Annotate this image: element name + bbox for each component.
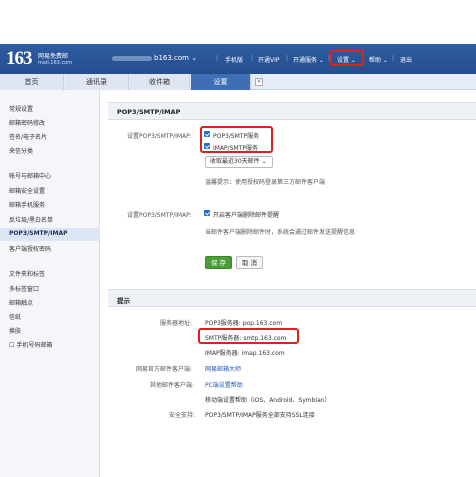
pop3-server: POP3服务器: pop.163.com bbox=[205, 320, 283, 327]
sidebar-item-general[interactable]: 常规设置 bbox=[9, 104, 33, 113]
section-title-tips: 提示 bbox=[117, 297, 130, 305]
close-tab-icon[interactable]: × bbox=[255, 78, 263, 86]
tab-inbox[interactable]: 收件箱 bbox=[130, 74, 190, 90]
nav-logout[interactable]: 退出 bbox=[400, 55, 412, 64]
sidebar-item-account-center[interactable]: 帐号与邮箱中心 bbox=[9, 171, 51, 180]
section-header-tips bbox=[108, 289, 476, 307]
label-server-address: 服务器地址: bbox=[160, 320, 193, 327]
sidebar-item-filters[interactable]: 来信分类 bbox=[9, 146, 33, 155]
delete-reminder-label: 开启客户端删除邮件提醒 bbox=[213, 212, 280, 219]
save-button[interactable]: 保 存 bbox=[205, 256, 232, 269]
nav-separator: | bbox=[392, 55, 395, 62]
smtp-server: SMTP服务器: smtp.163.com bbox=[205, 335, 287, 342]
nav-separator: | bbox=[216, 55, 219, 62]
ssl-support-text: POP3/SMTP/IMAP服务全部支持SSL连接 bbox=[205, 412, 315, 419]
sidebar-item-signature[interactable]: 签名/电子名片 bbox=[9, 132, 47, 141]
official-client-link[interactable]: 网易邮箱大师 bbox=[205, 364, 241, 373]
nav-services-label: 开通服务 bbox=[293, 57, 318, 64]
nav-separator: | bbox=[251, 55, 254, 62]
fetch-range-value: 收取最近30天邮件 bbox=[210, 158, 260, 165]
sidebar-item-antispam[interactable]: 反垃圾/黑白名单 bbox=[9, 215, 53, 224]
label-delete-reminder: 设置POP3/SMTP/IMAP: bbox=[127, 212, 192, 219]
chevron-down-icon: ⌄ bbox=[191, 54, 198, 62]
pc-help-link[interactable]: PC端设置帮助 bbox=[205, 380, 243, 389]
imap-checkbox-label: IMAP/SMTP服务 bbox=[213, 145, 258, 152]
label-official-client: 网易官方邮件客户端: bbox=[136, 366, 193, 373]
sidebar-item-skin[interactable]: 换肤 bbox=[9, 326, 21, 335]
chevron-down-icon: ⌄ bbox=[382, 57, 388, 64]
imap-server: IMAP服务器: imap.163.com bbox=[205, 350, 285, 357]
sidebar-item-security[interactable]: 邮箱安全设置 bbox=[9, 186, 45, 195]
label-security: 安全支持: bbox=[169, 412, 196, 419]
account-selector[interactable]: b163.com ⌄ bbox=[112, 54, 197, 62]
chevron-down-icon: ⌄ bbox=[318, 57, 324, 64]
mobile-help-text: 移动端设置帮助（iOS、Android、Symbian） bbox=[205, 397, 331, 404]
label-other-clients: 其他邮件客户端: bbox=[150, 382, 195, 389]
tab-contacts[interactable]: 通讯录 bbox=[65, 74, 129, 90]
nav-vip[interactable]: 开通VIP bbox=[258, 55, 280, 64]
settings-highlight-box bbox=[330, 50, 364, 66]
delete-reminder-hint: 当邮件客户端删除邮件时，系统会通过邮件发送提醒信息 bbox=[205, 229, 356, 236]
imap-checkbox[interactable] bbox=[204, 143, 210, 149]
section-title-pop3: POP3/SMTP/IMAP bbox=[117, 108, 181, 116]
sidebar-item-folders[interactable]: 文件夹和标签 bbox=[9, 269, 45, 278]
sidebar-item-password[interactable]: 邮箱密码修改 bbox=[9, 118, 45, 127]
sidebar-item-mobile-service[interactable]: 邮箱手机服务 bbox=[9, 200, 45, 209]
redacted-account bbox=[112, 55, 152, 61]
sidebar-item-multi-tab[interactable]: 多标签窗口 bbox=[9, 284, 39, 293]
label-enable-services: 设置POP3/SMTP/IMAP: bbox=[127, 133, 192, 140]
logo-domain: mail.163.com bbox=[38, 60, 73, 66]
pop3-checkbox-label: POP3/SMTP服务 bbox=[213, 133, 260, 140]
phone-icon: ☐ bbox=[9, 342, 15, 349]
sidebar-item-pop3[interactable]: POP3/SMTP/IMAP bbox=[9, 230, 67, 237]
account-domain: b163.com bbox=[154, 54, 189, 62]
chevron-down-icon: ⌄ bbox=[261, 158, 267, 165]
nav-help-label: 帮助 bbox=[369, 57, 382, 64]
nav-help[interactable]: 帮助 ⌄ bbox=[369, 55, 388, 64]
sidebar-item-touchpoint[interactable]: 邮箱触点 bbox=[9, 298, 33, 307]
sidebar-item-auth-code[interactable]: 客户端授权密码 bbox=[9, 244, 51, 253]
cancel-button[interactable]: 取 消 bbox=[236, 256, 263, 269]
tab-home[interactable]: 首页 bbox=[0, 74, 64, 90]
sidebar-item-phone-mail[interactable]: ☐ 手机号码邮箱 bbox=[9, 340, 52, 349]
nav-separator: | bbox=[286, 55, 289, 62]
delete-reminder-checkbox[interactable] bbox=[204, 210, 210, 216]
nav-mobile[interactable]: 手机版 bbox=[225, 55, 243, 64]
logo-name: 网易免费邮 bbox=[38, 53, 69, 60]
tab-settings[interactable]: 设置 bbox=[191, 74, 251, 90]
hint-auth-code: 温馨提示：使用授权码登录第三方邮件客户端 bbox=[205, 179, 326, 186]
pop3-checkbox[interactable] bbox=[204, 131, 210, 137]
mail-logo[interactable]: 163 网易免费邮 mail.163.com bbox=[6, 48, 72, 70]
sidebar-item-phone-mail-label: 手机号码邮箱 bbox=[16, 342, 53, 349]
nav-services[interactable]: 开通服务 ⌄ bbox=[293, 55, 324, 64]
logo-number: 163 bbox=[6, 48, 32, 69]
sidebar-item-stationery[interactable]: 信纸 bbox=[9, 312, 21, 321]
fetch-range-select[interactable]: 收取最近30天邮件 ⌄ bbox=[205, 156, 273, 168]
